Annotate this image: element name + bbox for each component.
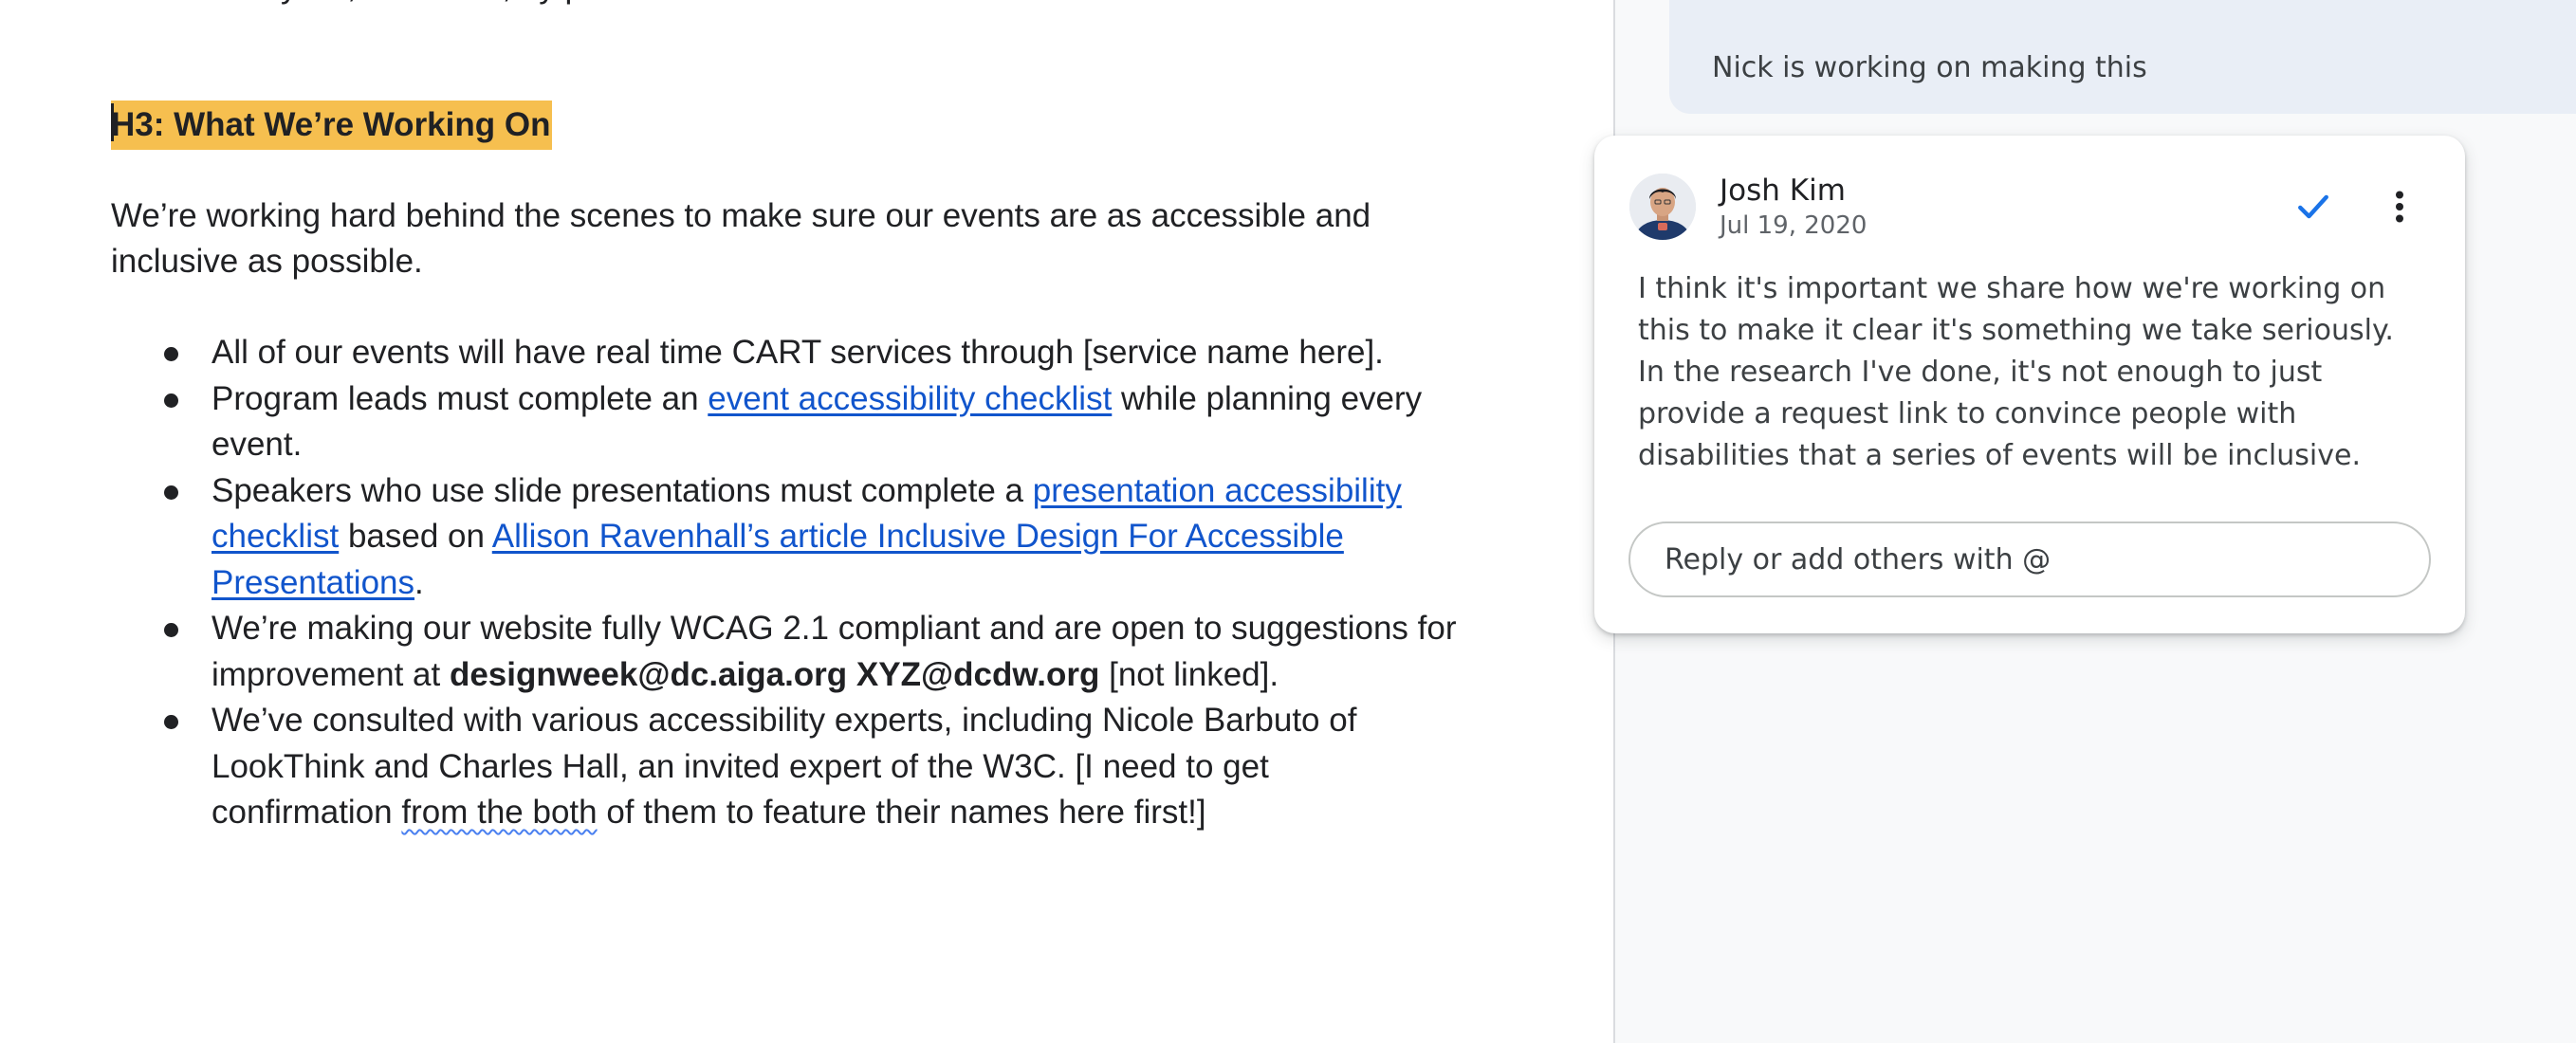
section-heading[interactable]: H3: What We’re Working On <box>111 101 553 150</box>
list-item-text: . <box>414 563 424 601</box>
document-canvas[interactable]: …which fully list, the event, by plan H3… <box>0 0 1612 1043</box>
more-vert-icon <box>2396 191 2403 223</box>
list-item: We’re making our website fully WCAG 2.1 … <box>111 606 1458 698</box>
section-heading-text: H3: What We’re Working On <box>111 106 551 143</box>
avatar[interactable] <box>1629 174 1696 240</box>
event-checklist-link[interactable]: event accessibility checklist <box>708 380 1112 417</box>
bullet-icon <box>164 485 178 500</box>
previous-comment-text: Nick is working on making this <box>1712 51 2147 84</box>
comment-date: Jul 19, 2020 <box>1720 211 1868 240</box>
avatar-image <box>1629 174 1696 240</box>
list-item-text: All of our events will have real time CA… <box>212 334 1384 371</box>
list-item-text: Speakers who use slide presentations mus… <box>212 471 1033 509</box>
previous-comment-card[interactable]: Nick is working on making this <box>1669 0 2576 114</box>
more-options-button[interactable] <box>2369 176 2430 237</box>
clipped-paragraph: …which fully list, the event, by plan <box>111 0 1344 9</box>
bullet-icon <box>164 347 178 361</box>
bullet-icon <box>164 393 178 408</box>
comment-author: Josh Kim <box>1720 174 1846 208</box>
list-item: All of our events will have real time CA… <box>111 330 1458 376</box>
list-item-text: [not linked]. <box>1099 655 1279 693</box>
list-item: Speakers who use slide presentations mus… <box>111 468 1458 607</box>
bullet-icon <box>164 623 178 637</box>
bullet-list: All of our events will have real time CA… <box>111 330 1458 836</box>
comment-body: I think it's important we share how we'r… <box>1638 272 2394 472</box>
list-item-text: Program leads must complete an <box>212 379 708 417</box>
bullet-icon <box>164 715 178 729</box>
spelling-suggestion[interactable]: from the both <box>401 794 597 831</box>
intro-paragraph: We’re working hard behind the scenes to … <box>111 197 1371 280</box>
resolve-button[interactable] <box>2283 176 2344 237</box>
list-item-text: of them to feature their names here firs… <box>597 794 1206 831</box>
reply-input[interactable] <box>1628 522 2431 597</box>
list-item-text: based on <box>339 518 492 555</box>
check-icon <box>2298 194 2328 219</box>
comment-card[interactable]: Josh Kim Jul 19, 2020 I think it's impor… <box>1594 136 2465 633</box>
list-item: We’ve consulted with various accessibili… <box>111 698 1458 836</box>
email-addresses: designweek@dc.aiga.org XYZ@dcdw.org <box>449 655 1100 693</box>
list-item: Program leads must complete an event acc… <box>111 376 1458 468</box>
